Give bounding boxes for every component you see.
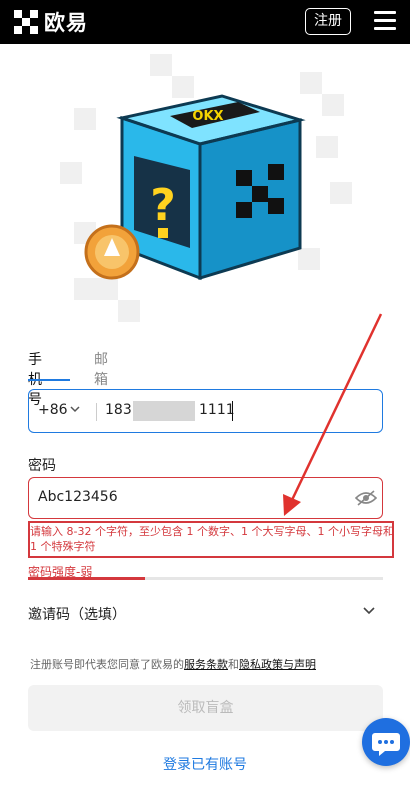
svg-text:?: ? [150, 180, 176, 231]
phone-number-suffix: 1111 [199, 402, 235, 418]
privacy-policy-link[interactable]: 隐私政策与声明 [239, 658, 316, 671]
password-label: 密码 [28, 458, 56, 474]
country-code-selector[interactable]: +86 [38, 402, 68, 418]
terms-joiner: 和 [228, 658, 239, 671]
svg-text:OKX: OKX [192, 109, 223, 124]
tab-email[interactable]: 邮箱 [94, 350, 108, 390]
terms-of-service-link[interactable]: 服务条款 [184, 658, 228, 671]
chat-support-icon [372, 733, 400, 756]
password-strength-fill [28, 577, 146, 580]
invite-code-toggle[interactable]: 邀请码（选填） [28, 604, 383, 624]
terms-notice: 注册账号即代表您同意了欧易的服务条款和隐私政策与声明 [30, 656, 316, 672]
password-hint-highlight: 请输入 8-32 个字符，至少包含 1 个数字、1 个大写字母、1 个小写字母和… [28, 521, 394, 558]
password-value: Abc123456 [38, 489, 118, 505]
password-requirements-hint: 请输入 8-32 个字符，至少包含 1 个数字、1 个大写字母、1 个小写字母和… [30, 525, 394, 553]
hamburger-menu-icon[interactable] [374, 11, 396, 31]
okx-logo-icon [14, 10, 38, 34]
top-nav-bar: 欧易 注册 [0, 0, 410, 44]
chat-support-button[interactable] [362, 718, 410, 766]
brand-name: 欧易 [44, 11, 88, 35]
password-strength-bar [28, 577, 383, 580]
phone-number-prefix: 183 [105, 402, 132, 418]
mystery-box-illustration: OKX ? [60, 54, 352, 322]
invite-code-label: 邀请码（选填） [28, 607, 126, 623]
login-existing-account-link[interactable]: 登录已有账号 [0, 754, 410, 774]
terms-prefix: 注册账号即代表您同意了欧易的 [30, 658, 184, 671]
phone-input-field[interactable]: +86 183 1111 [28, 389, 383, 433]
chevron-down-icon[interactable] [69, 403, 81, 415]
password-input-field[interactable]: Abc123456 [28, 477, 383, 519]
active-tab-indicator [28, 379, 70, 381]
text-caret [232, 401, 233, 421]
eye-off-icon[interactable] [355, 490, 377, 506]
divider [96, 403, 97, 421]
okx-logo[interactable]: 欧易 [14, 10, 88, 35]
chevron-down-icon[interactable] [362, 603, 376, 617]
register-button[interactable]: 注册 [305, 8, 351, 35]
claim-mystery-box-button[interactable]: 领取盲盒 [28, 685, 383, 731]
redaction-mask [133, 401, 195, 421]
